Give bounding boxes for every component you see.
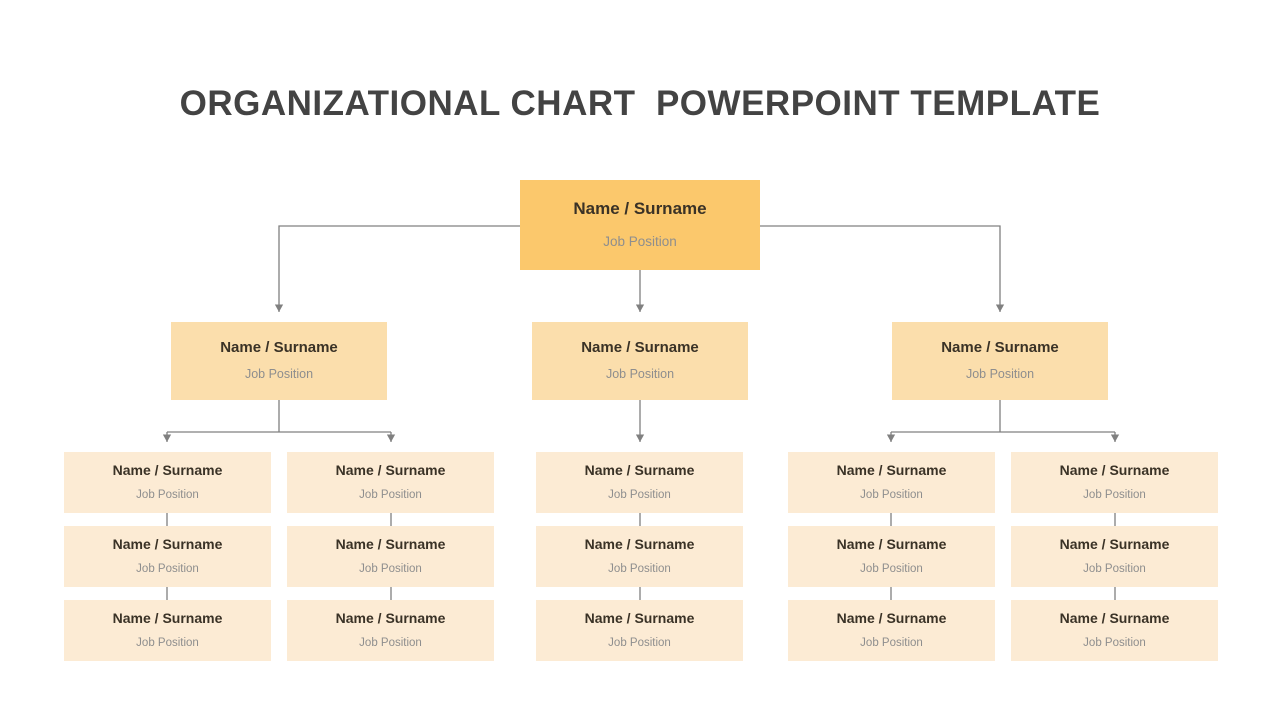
node-name: Name / Surname (573, 199, 707, 219)
node-name: Name / Surname (335, 462, 446, 479)
node-position: Job Position (603, 233, 677, 249)
page-title: ORGANIZATIONAL CHART POWERPOINT TEMPLATE (179, 84, 1101, 123)
org-node-staff[interactable]: Name / Surname Job Position (536, 452, 743, 513)
node-name: Name / Surname (581, 339, 699, 357)
org-node-staff[interactable]: Name / Surname Job Position (287, 526, 494, 587)
org-node-staff[interactable]: Name / Surname Job Position (536, 600, 743, 661)
node-name: Name / Surname (836, 462, 947, 479)
node-position: Job Position (1083, 636, 1146, 649)
node-position: Job Position (359, 488, 422, 501)
node-position: Job Position (136, 562, 199, 575)
node-position: Job Position (965, 366, 1035, 381)
org-chart-slide: ORGANIZATIONAL CHART POWERPOINT TEMPLATE (0, 0, 1280, 720)
org-node-staff[interactable]: Name / Surname Job Position (287, 452, 494, 513)
node-name: Name / Surname (1059, 610, 1170, 627)
node-name: Name / Surname (335, 536, 446, 553)
node-name: Name / Surname (112, 610, 223, 627)
node-name: Name / Surname (584, 536, 695, 553)
org-node-staff[interactable]: Name / Surname Job Position (788, 526, 995, 587)
node-position: Job Position (608, 488, 671, 501)
node-name: Name / Surname (584, 610, 695, 627)
node-name: Name / Surname (112, 462, 223, 479)
node-name: Name / Surname (112, 536, 223, 553)
node-name: Name / Surname (220, 339, 338, 357)
node-position: Job Position (605, 366, 675, 381)
node-position: Job Position (136, 488, 199, 501)
org-node-staff[interactable]: Name / Surname Job Position (788, 600, 995, 661)
node-name: Name / Surname (836, 610, 947, 627)
node-name: Name / Surname (1059, 536, 1170, 553)
node-position: Job Position (860, 562, 923, 575)
org-node-staff[interactable]: Name / Surname Job Position (1011, 600, 1218, 661)
org-node-staff[interactable]: Name / Surname Job Position (788, 452, 995, 513)
node-position: Job Position (359, 636, 422, 649)
org-node-staff[interactable]: Name / Surname Job Position (536, 526, 743, 587)
node-name: Name / Surname (1059, 462, 1170, 479)
org-node-ceo[interactable]: Name / Surname Job Position (520, 180, 760, 270)
node-position: Job Position (860, 636, 923, 649)
node-position: Job Position (1083, 488, 1146, 501)
org-node-staff[interactable]: Name / Surname Job Position (287, 600, 494, 661)
node-name: Name / Surname (335, 610, 446, 627)
node-position: Job Position (359, 562, 422, 575)
node-position: Job Position (244, 366, 314, 381)
org-node-manager-center[interactable]: Name / Surname Job Position (532, 322, 748, 400)
org-node-manager-left[interactable]: Name / Surname Job Position (171, 322, 387, 400)
org-node-manager-right[interactable]: Name / Surname Job Position (892, 322, 1108, 400)
org-node-staff[interactable]: Name / Surname Job Position (64, 452, 271, 513)
node-position: Job Position (1083, 562, 1146, 575)
node-name: Name / Surname (941, 339, 1059, 357)
node-position: Job Position (608, 636, 671, 649)
node-name: Name / Surname (584, 462, 695, 479)
node-name: Name / Surname (836, 536, 947, 553)
node-position: Job Position (608, 562, 671, 575)
org-node-staff[interactable]: Name / Surname Job Position (64, 526, 271, 587)
org-node-staff[interactable]: Name / Surname Job Position (1011, 452, 1218, 513)
org-node-staff[interactable]: Name / Surname Job Position (64, 600, 271, 661)
node-position: Job Position (860, 488, 923, 501)
org-node-staff[interactable]: Name / Surname Job Position (1011, 526, 1218, 587)
node-position: Job Position (136, 636, 199, 649)
